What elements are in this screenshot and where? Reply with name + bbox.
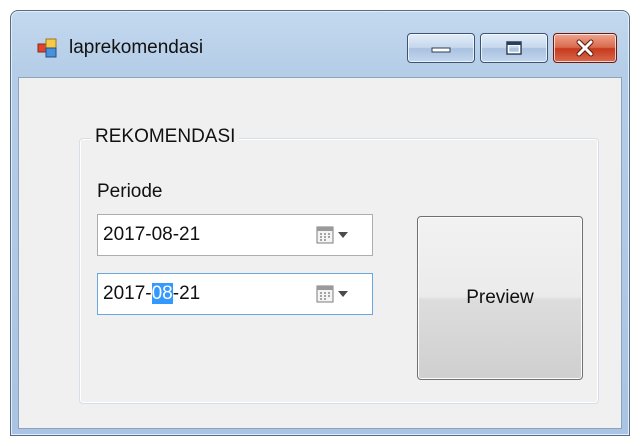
date-to-year[interactable]: 2017- [103,283,152,304]
date-from-value[interactable]: 2017-08-21 [103,224,200,246]
maximize-button[interactable] [480,33,548,63]
date-to-value[interactable]: 2017-08-21 [103,283,200,305]
dropdown-arrow-icon [338,291,348,297]
minimize-button[interactable] [407,33,475,63]
calendar-dropdown-button[interactable] [316,225,354,247]
title-bar[interactable]: laprekomendasi [11,11,629,79]
app-window-icon [37,38,57,58]
close-button[interactable] [553,33,617,63]
maximize-icon [506,41,522,55]
preview-button[interactable]: Preview [417,216,583,380]
date-to-day[interactable]: -21 [173,283,200,304]
calendar-icon [316,285,334,303]
group-box-title: REKOMENDASI [91,124,240,150]
calendar-icon [316,226,334,244]
date-from-picker[interactable]: 2017-08-21 [97,214,373,256]
app-window: laprekomendasi REKOMENDASI Periode 2017- [10,10,630,436]
window-title: laprekomendasi [69,37,204,58]
periode-label: Periode [97,181,163,202]
form-client-area: REKOMENDASI Periode 2017-08-21 2017-08-2… [18,77,622,429]
close-icon [576,39,594,57]
dropdown-arrow-icon [338,232,348,238]
minimize-icon [431,47,451,53]
date-to-month-selected[interactable]: 08 [151,283,173,304]
calendar-dropdown-button[interactable] [316,284,354,306]
date-to-picker[interactable]: 2017-08-21 [97,273,373,315]
